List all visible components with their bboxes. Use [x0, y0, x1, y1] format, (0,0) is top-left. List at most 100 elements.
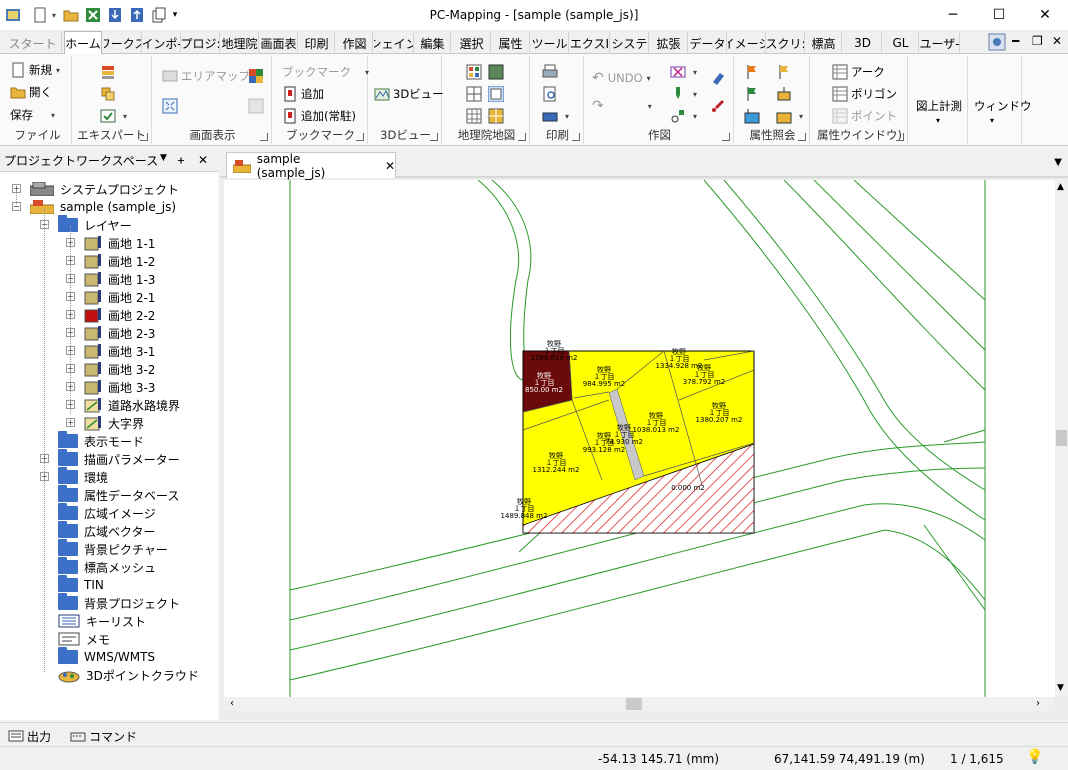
- tree-expand-icon[interactable]: +: [66, 256, 75, 265]
- attr-ref-point-button[interactable]: [744, 62, 763, 82]
- document-tab-close-icon[interactable]: ✕: [385, 159, 395, 173]
- area-map-button[interactable]: エリアマップ: [162, 66, 250, 86]
- tab-project[interactable]: プロジ:: [182, 32, 220, 54]
- panel-pin-icon[interactable]: ᚐ: [178, 153, 184, 167]
- tree-project[interactable]: − sample (sample_js): [12, 198, 176, 216]
- print-button-1[interactable]: [542, 62, 561, 82]
- panel-close-icon[interactable]: ✕: [198, 153, 208, 167]
- tree-expand-icon[interactable]: +: [40, 454, 49, 463]
- tree-system-project[interactable]: + システムプロジェクト: [12, 180, 179, 198]
- tree-layer-item[interactable]: + 画地 1-2: [66, 252, 155, 270]
- tree-expand-icon[interactable]: +: [12, 184, 21, 193]
- open-button[interactable]: 開く: [10, 82, 52, 102]
- tree-folder-item[interactable]: 背景プロジェクト: [58, 593, 180, 612]
- scroll-left-icon[interactable]: ‹: [230, 698, 234, 709]
- eraser-button[interactable]: [710, 68, 729, 88]
- measure-button[interactable]: 図上計測: [916, 96, 962, 116]
- tree-expand-icon[interactable]: +: [66, 238, 75, 247]
- new-button[interactable]: 新規 ▾: [10, 60, 60, 80]
- tab-tool[interactable]: ツール: [531, 32, 569, 54]
- tree-layer-item[interactable]: + 道路水路境界: [66, 396, 180, 414]
- 3dview-launcher[interactable]: [430, 133, 438, 141]
- polygon-button[interactable]: ポリゴン: [832, 84, 897, 104]
- attr-ref-line-button[interactable]: [744, 84, 763, 104]
- tab-gsi[interactable]: 地理院: [221, 32, 259, 54]
- tree-pointcloud[interactable]: 3Dポイントクラウド: [58, 666, 199, 684]
- tree-layer-item[interactable]: + 画地 2-3: [66, 324, 155, 342]
- tree-expand-icon[interactable]: +: [66, 328, 75, 337]
- expert-edit-button[interactable]: [100, 84, 119, 104]
- tree-folder-item[interactable]: 広域ベクター: [58, 521, 156, 540]
- tab-start[interactable]: スタート: [4, 32, 62, 54]
- gsi-map-button-3[interactable]: [466, 84, 485, 104]
- gsi-map-button-1[interactable]: [466, 62, 485, 82]
- tab-gl[interactable]: GL: [883, 32, 919, 54]
- point-button[interactable]: ポイント: [832, 106, 897, 126]
- map-canvas[interactable]: 牧野１丁目 1289.819 m2 牧野１丁目 984.995 m2 牧野１丁目 13…: [224, 180, 1055, 697]
- tree-expand-icon[interactable]: +: [66, 346, 75, 355]
- measure-dropdown-icon[interactable]: ▾: [936, 116, 940, 125]
- tree-layer-item[interactable]: + 画地 3-3: [66, 378, 155, 396]
- tab-command[interactable]: コマンド: [70, 727, 137, 745]
- gsi-launcher[interactable]: [518, 133, 526, 141]
- panel-menu-icon[interactable]: ▼: [160, 153, 167, 163]
- tab-export[interactable]: エクスI: [570, 32, 610, 54]
- bookmark-dropdown[interactable]: ブックマーク ▾: [282, 62, 369, 82]
- draw-pen-button[interactable]: ▾: [670, 84, 697, 104]
- scroll-down-icon[interactable]: ▼: [1057, 683, 1064, 693]
- bookmark-add-button[interactable]: 追加: [282, 84, 324, 104]
- tab-print[interactable]: 印刷: [299, 32, 335, 54]
- tree-expand-icon[interactable]: +: [66, 274, 75, 283]
- tab-select[interactable]: 選択: [453, 32, 491, 54]
- bookmark-launcher[interactable]: [356, 133, 364, 141]
- tree-keylist[interactable]: キーリスト: [58, 612, 146, 630]
- tab-edit[interactable]: 編集: [415, 32, 451, 54]
- tree-expand-icon[interactable]: +: [66, 382, 75, 391]
- expert-launcher[interactable]: [140, 133, 148, 141]
- attr-window-launcher[interactable]: [896, 133, 904, 141]
- document-list-icon[interactable]: ▼: [1054, 157, 1062, 168]
- draw-delete-button[interactable]: ▾: [670, 62, 697, 82]
- attr-ref-area-button[interactable]: [744, 106, 763, 126]
- tree-expand-icon[interactable]: +: [66, 400, 75, 409]
- attr-ref-flag-button[interactable]: [776, 62, 795, 82]
- tree-folder-item[interactable]: 属性データベース: [58, 485, 179, 504]
- attr-ref-dropdown[interactable]: ▾: [776, 106, 803, 126]
- 3dview-button[interactable]: 3Dビュー: [374, 84, 444, 104]
- tree-layer-item[interactable]: + 画地 3-2: [66, 360, 155, 378]
- horizontal-scrollbar[interactable]: ‹ ›: [224, 697, 1055, 711]
- tree-expand-icon[interactable]: +: [66, 292, 75, 301]
- print-button-2[interactable]: ▾: [542, 106, 569, 126]
- tree-collapse-icon[interactable]: −: [40, 220, 49, 229]
- save-button[interactable]: 保存 ▾: [10, 105, 55, 125]
- tab-home[interactable]: ホーム: [64, 31, 102, 55]
- tree-expand-icon[interactable]: +: [66, 310, 75, 319]
- tree-folder-item[interactable]: + 描画パラメーター: [40, 449, 180, 468]
- tab-extend[interactable]: 拡張: [650, 32, 688, 54]
- tab-image[interactable]: イメーシ: [728, 32, 766, 54]
- map-svg[interactable]: 牧野１丁目 1289.819 m2 牧野１丁目 984.995 m2 牧野１丁目 13…: [224, 180, 1055, 697]
- tree-memo[interactable]: メモ: [58, 630, 110, 648]
- tab-data[interactable]: データ: [689, 32, 727, 54]
- undo-button[interactable]: ↶ UNDO ▾: [592, 68, 651, 88]
- scroll-right-icon[interactable]: ›: [1036, 698, 1040, 709]
- tab-system[interactable]: システ: [611, 32, 649, 54]
- vertical-scroll-thumb[interactable]: [1056, 430, 1067, 446]
- tree-expand-icon[interactable]: +: [40, 472, 49, 481]
- fit-view-button[interactable]: [162, 96, 181, 116]
- tree-layer-item[interactable]: + 大字界: [66, 414, 144, 432]
- tree-folder-item[interactable]: 広域イメージ: [58, 503, 156, 522]
- document-tab[interactable]: sample (sample_js) ✕: [226, 152, 396, 180]
- display-grid-button[interactable]: [248, 66, 267, 86]
- minimize-button[interactable]: ─: [930, 0, 976, 30]
- bookmark-add-always-button[interactable]: 追加(常駐): [282, 106, 356, 126]
- display-disabled-button[interactable]: [248, 96, 267, 116]
- tree-folder-item[interactable]: 標高メッシュ: [58, 557, 156, 576]
- vertical-scrollbar[interactable]: ▲ ▼: [1055, 180, 1068, 697]
- tree-layer-item[interactable]: + 画地 1-3: [66, 270, 155, 288]
- tab-elevation[interactable]: 標高: [806, 32, 842, 54]
- tree-layer-item[interactable]: + 画地 1-1: [66, 234, 155, 252]
- mdi-close-icon[interactable]: ✕: [1052, 34, 1062, 48]
- draw-node-button[interactable]: ▾: [670, 106, 697, 126]
- gsi-map-button-2[interactable]: [488, 62, 507, 82]
